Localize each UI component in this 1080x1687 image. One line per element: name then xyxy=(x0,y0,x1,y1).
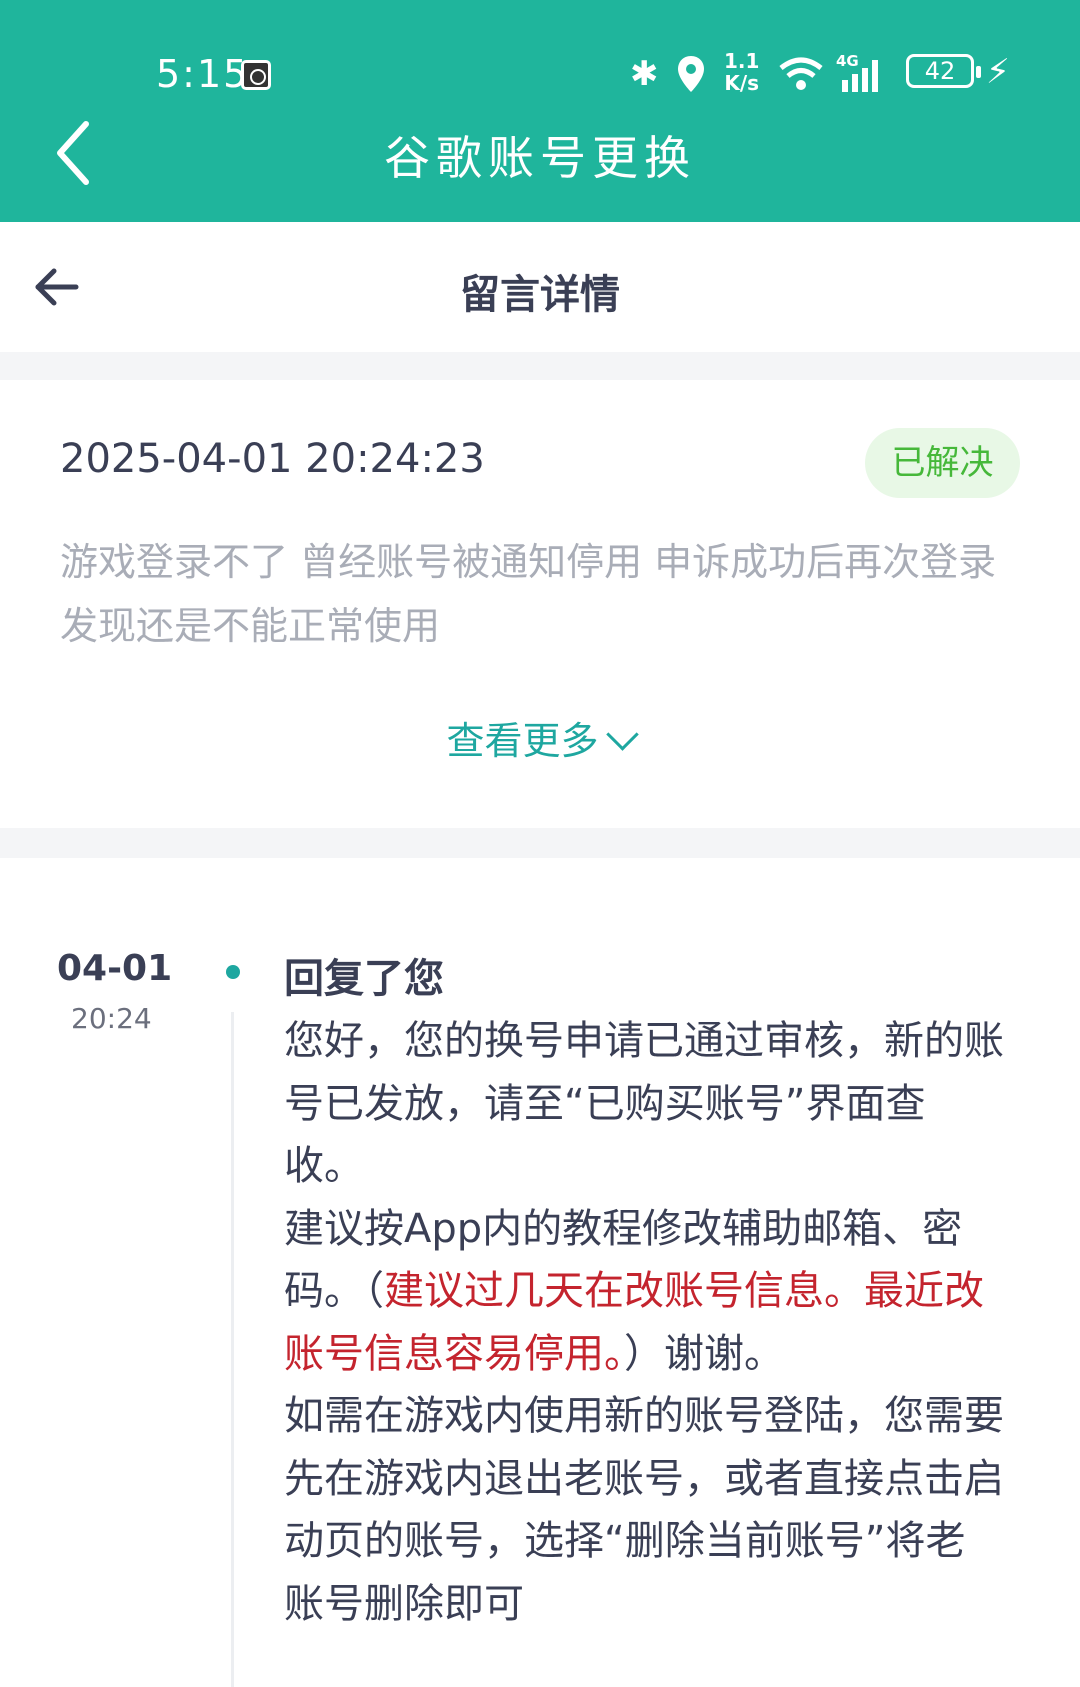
app-title: 谷歌账号更换 xyxy=(384,131,696,185)
view-more-label: 查看更多 xyxy=(446,719,599,763)
status-time: 5:15 xyxy=(156,52,250,96)
divider xyxy=(0,352,1080,380)
divider xyxy=(0,828,1080,858)
message-card: 2025-04-01 20:24:23 已解决 游戏登录不了 曾经账号被通知停用… xyxy=(0,380,1080,828)
timeline-line xyxy=(231,1012,234,1687)
page-title: 留言详情 xyxy=(460,272,620,318)
status-badge: 已解决 xyxy=(865,428,1020,498)
message-datetime: 2025-04-01 20:24:23 xyxy=(60,436,485,482)
reply-date: 04-01 xyxy=(57,948,173,989)
reply-paragraph-2: 建议按App内的教程修改辅助邮箱、密码。（建议过几天在改账号信息。最近改账号信息… xyxy=(284,1198,1004,1386)
svg-text:4G: 4G xyxy=(836,52,859,70)
reply-heading: 回复了您 xyxy=(284,956,444,1002)
view-more-button[interactable]: 查看更多 xyxy=(0,710,1080,765)
reply-paragraph-1: 您好，您的换号申请已通过审核，新的账号已发放，请至“已购买账号”界面查收。 xyxy=(284,1018,1004,1189)
system-notification-icon xyxy=(241,60,271,90)
app-bar: 5:15 ✱ 1.1 K/s 4G 42 ⚡ 谷歌账号更换 xyxy=(0,0,1080,222)
reply-body: 您好，您的换号申请已通过审核，新的账号已发放，请至“已购买账号”界面查收。 建议… xyxy=(284,1010,1004,1635)
location-icon xyxy=(678,56,704,92)
cellular-signal-icon: 4G xyxy=(836,52,878,92)
reply-paragraph-3: 如需在游戏内使用新的账号登陆，您需要先在游戏内退出老账号，或者直接点击启动页的账… xyxy=(284,1393,1004,1627)
network-speed: 1.1 K/s xyxy=(724,49,760,95)
message-content: 游戏登录不了 曾经账号被通知停用 申诉成功后再次登录 发现还是不能正常使用 xyxy=(60,540,997,648)
charging-icon: ⚡ xyxy=(986,52,1010,92)
wifi-icon xyxy=(779,57,823,90)
timeline-dot xyxy=(226,965,240,979)
chevron-down-icon xyxy=(605,718,639,751)
status-bar: 5:15 ✱ 1.1 K/s 4G 42 ⚡ xyxy=(0,48,1080,108)
reply-text: ）谢谢。 xyxy=(624,1330,784,1377)
sub-header: 留言详情 xyxy=(0,222,1080,352)
battery-indicator: 42 xyxy=(906,54,981,88)
reply-time: 20:24 xyxy=(71,1002,152,1035)
bluetooth-icon: ✱ xyxy=(630,54,659,94)
